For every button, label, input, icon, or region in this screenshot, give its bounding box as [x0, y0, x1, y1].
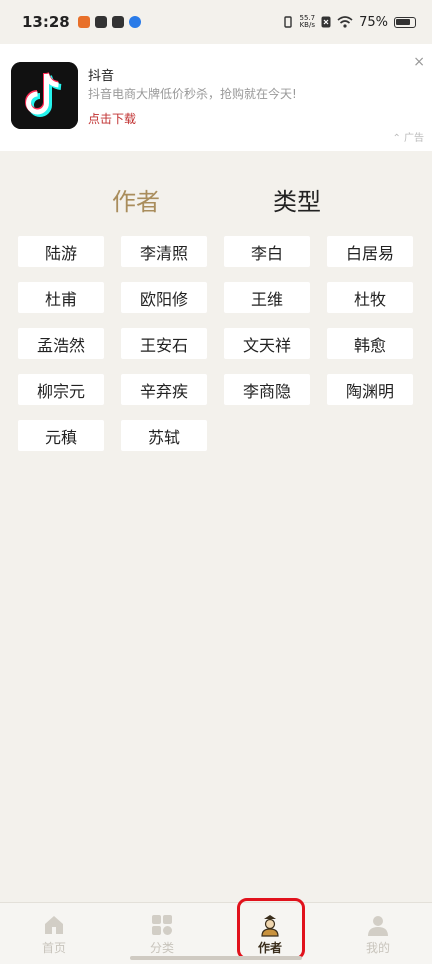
tab-row: 作者 类型 — [0, 182, 432, 222]
author-button[interactable]: 韩愈 — [327, 328, 413, 359]
home-indicator[interactable] — [130, 956, 302, 960]
nav-category[interactable]: 分类 — [108, 903, 216, 964]
tab-author[interactable]: 作者 — [112, 182, 160, 217]
notification-icons — [77, 16, 141, 28]
nav-category-label: 分类 — [149, 941, 174, 955]
battery-icon — [394, 16, 416, 28]
app-notification-icon — [128, 16, 141, 28]
app-notification-icon — [94, 16, 107, 28]
ad-banner[interactable]: 抖音 抖音电商大牌低价秒杀，抢购就在今天! 点击下载 × ⌃ 广告 — [0, 44, 432, 151]
status-right: 55.7 KB/s 75% — [282, 14, 416, 30]
author-button[interactable]: 陶渊明 — [327, 374, 413, 405]
nav-mine[interactable]: 我的 — [324, 903, 432, 964]
user-icon — [368, 916, 388, 936]
author-button[interactable]: 元稹 — [18, 420, 104, 451]
ad-label: ⌃ 广告 — [392, 133, 424, 144]
author-grid: 陆游 李清照 李白 白居易 杜甫 欧阳修 王维 杜牧 孟浩然 王安石 文天祥 韩… — [18, 236, 418, 451]
author-button[interactable]: 李商隐 — [224, 374, 310, 405]
ad-download-link[interactable]: 点击下载 — [88, 110, 136, 127]
author-button[interactable]: 孟浩然 — [18, 328, 104, 359]
speed-unit: KB/s — [299, 21, 315, 29]
home-icon — [45, 916, 63, 934]
close-icon[interactable]: × — [413, 54, 425, 70]
author-button[interactable]: 李白 — [224, 236, 310, 267]
nav-mine-label: 我的 — [365, 941, 390, 955]
status-time: 13:28 — [22, 13, 70, 31]
bottom-nav: 首页 分类 作者 我的 — [0, 902, 432, 964]
author-button[interactable]: 陆游 — [18, 236, 104, 267]
battery-percent: 75% — [359, 14, 388, 30]
ad-description: 抖音电商大牌低价秒杀，抢购就在今天! — [88, 87, 297, 101]
selection-highlight — [237, 898, 305, 960]
author-button[interactable]: 杜牧 — [327, 282, 413, 313]
author-button[interactable]: 李清照 — [121, 236, 207, 267]
author-button[interactable]: 王维 — [224, 282, 310, 313]
wifi-icon — [337, 16, 353, 28]
author-button[interactable]: 柳宗元 — [18, 374, 104, 405]
nav-home-label: 首页 — [41, 941, 66, 955]
app-notification-icon — [111, 16, 124, 28]
author-button[interactable]: 文天祥 — [224, 328, 310, 359]
ad-title: 抖音 — [88, 69, 115, 84]
status-bar: 13:28 55.7 KB/s 75% — [0, 0, 432, 44]
category-grid-icon — [152, 915, 172, 935]
ad-label-text: 广告 — [404, 133, 424, 144]
author-button[interactable]: 白居易 — [327, 236, 413, 267]
nav-home[interactable]: 首页 — [0, 903, 108, 964]
network-speed: 55.7 KB/s — [300, 15, 316, 29]
author-button[interactable]: 杜甫 — [18, 282, 104, 313]
author-button[interactable]: 苏轼 — [121, 420, 207, 451]
vibrate-icon — [283, 16, 292, 28]
sim-icon — [321, 16, 331, 28]
author-button[interactable]: 王安石 — [121, 328, 207, 359]
tiktok-logo-icon[interactable] — [11, 62, 78, 129]
app-notification-icon — [77, 16, 90, 28]
tab-type[interactable]: 类型 — [273, 182, 321, 217]
author-button[interactable]: 欧阳修 — [121, 282, 207, 313]
author-button[interactable]: 辛弃疾 — [121, 374, 207, 405]
